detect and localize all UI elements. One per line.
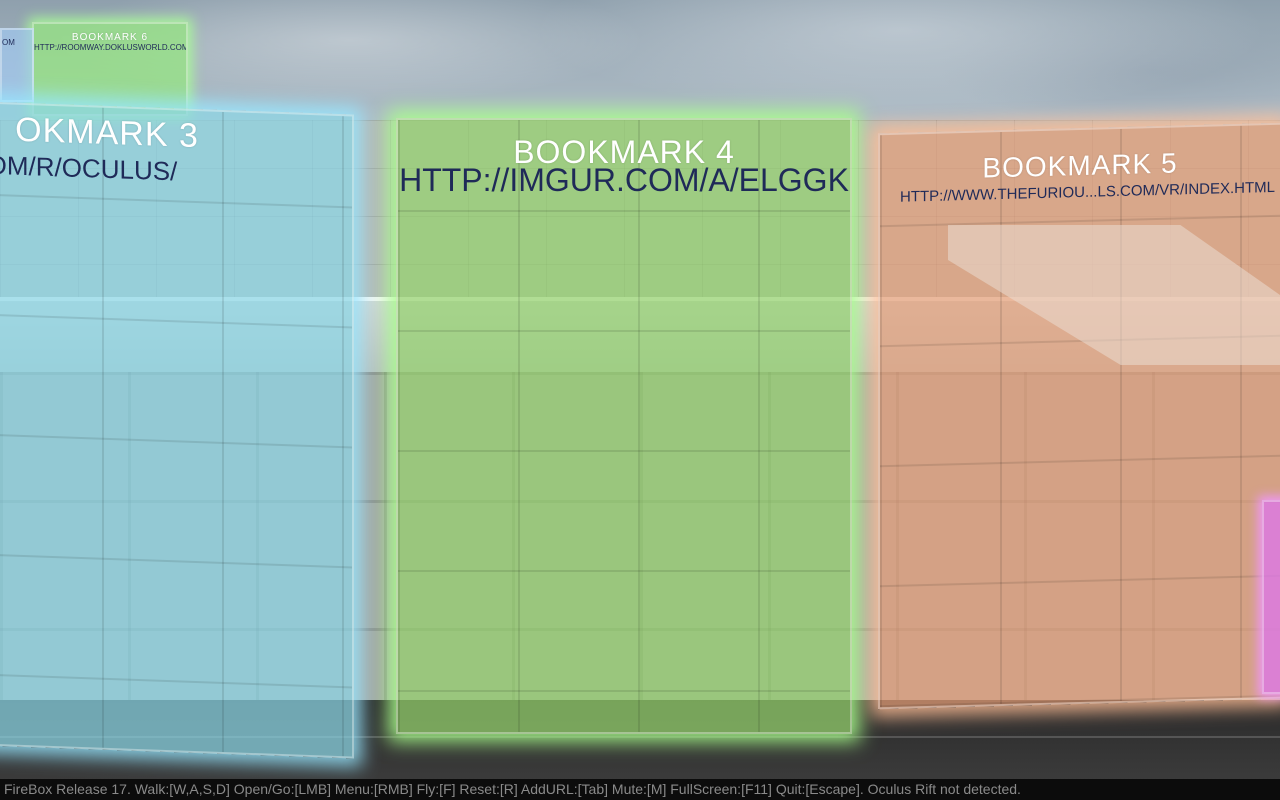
bookmark-url: OM (2, 38, 15, 47)
bookmark-title: BOOKMARK 6 (71, 32, 149, 43)
bookmark-url: HTTP://IMGUR.COM/A/ELGGK (399, 162, 849, 198)
bookmark-portal-edge-left[interactable]: OM (0, 28, 34, 102)
bookmark-portal-4[interactable]: BOOKMARK 4 HTTP://IMGUR.COM/A/ELGGK (396, 118, 852, 734)
portal-surface (0, 103, 352, 757)
bookmark-portal-edge-right[interactable] (1262, 500, 1280, 694)
vr-scene-viewport[interactable]: BOOKMARK 6 HTTP://ROOMWAY.DOKLUSWORLD.CO… (0, 0, 1280, 800)
bookmark-portal-5[interactable]: BOOKMARK 5 HTTP://WWW.THEFURIOU...LS.COM… (878, 122, 1280, 710)
bookmark-url: HTTP://ROOMWAY.DOKLUSWORLD.COM/ (34, 43, 186, 52)
bookmark-portal-6[interactable]: BOOKMARK 6 HTTP://ROOMWAY.DOKLUSWORLD.CO… (32, 22, 188, 116)
status-bar: FireBox Release 17. Walk:[W,A,S,D] Open/… (0, 779, 1280, 800)
bookmark-portal-3[interactable]: OKMARK 3 REDDIT.COM/R/OCULUS/ (0, 101, 354, 759)
portal-surface (880, 124, 1280, 708)
portal-surface (398, 120, 850, 732)
